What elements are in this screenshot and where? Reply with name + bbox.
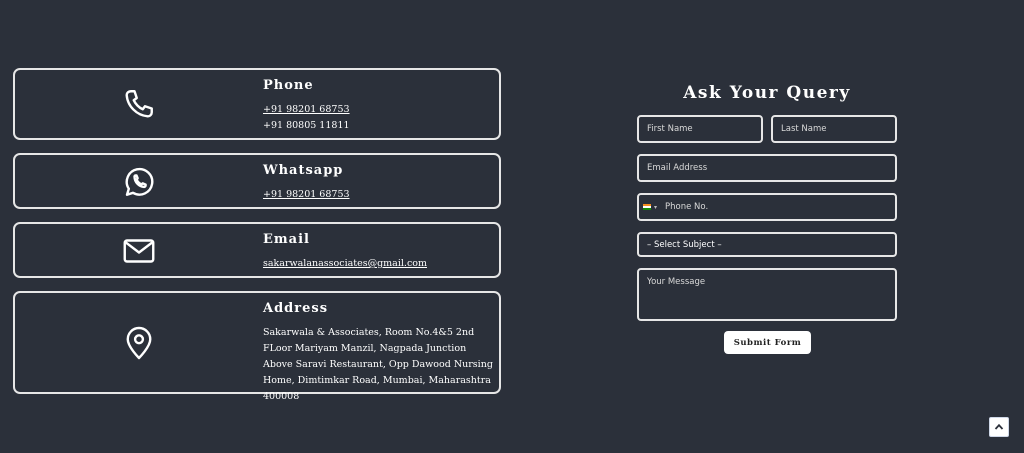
mail-icon xyxy=(121,233,157,269)
whatsapp-icon xyxy=(121,164,157,200)
chevron-up-icon xyxy=(994,423,1004,430)
chevron-down-icon[interactable]: ▾ xyxy=(654,204,657,211)
subject-select[interactable]: – Select Subject – xyxy=(637,232,897,257)
whatsapp-number[interactable]: +91 98201 68753 xyxy=(263,189,350,200)
whatsapp-card: Whatsapp +91 98201 68753 xyxy=(13,153,501,209)
address-card: Address Sakarwala & Associates, Room No.… xyxy=(13,291,501,402)
whatsapp-title: Whatsapp xyxy=(263,163,344,178)
message-placeholder: Your Message xyxy=(647,277,706,287)
last-name-placeholder: Last Name xyxy=(781,124,827,134)
phone-number-2: +91 80805 11811 xyxy=(263,120,350,131)
email-address[interactable]: sakarwalanassociates@gmail.com xyxy=(263,258,427,269)
subject-selected: – Select Subject – xyxy=(647,239,722,250)
phone-input[interactable]: ▾ Phone No. xyxy=(637,193,897,221)
email-card: Email sakarwalanassociates@gmail.com xyxy=(13,222,501,278)
email-input[interactable]: Email Address xyxy=(637,154,897,182)
message-textarea[interactable]: Your Message xyxy=(637,268,897,321)
address-title: Address xyxy=(263,301,329,316)
phone-number-1[interactable]: +91 98201 68753 xyxy=(263,104,350,115)
phone-icon xyxy=(121,86,157,122)
email-placeholder: Email Address xyxy=(647,163,708,173)
phone-title: Phone xyxy=(263,78,314,93)
phone-card: Phone +91 98201 68753 +91 80805 11811 xyxy=(13,68,501,140)
last-name-input[interactable]: Last Name xyxy=(771,115,897,143)
scroll-top-button[interactable] xyxy=(989,417,1009,437)
address-text: Sakarwala & Associates, Room No.4&5 2nd … xyxy=(263,327,493,402)
first-name-placeholder: First Name xyxy=(647,124,693,134)
map-pin-icon xyxy=(121,325,157,361)
submit-button[interactable]: Submit Form xyxy=(724,331,811,354)
first-name-input[interactable]: First Name xyxy=(637,115,763,143)
india-flag-icon[interactable] xyxy=(643,204,651,210)
form-title: Ask Your Query xyxy=(683,83,851,103)
phone-placeholder: Phone No. xyxy=(665,202,709,212)
email-title: Email xyxy=(263,232,310,247)
